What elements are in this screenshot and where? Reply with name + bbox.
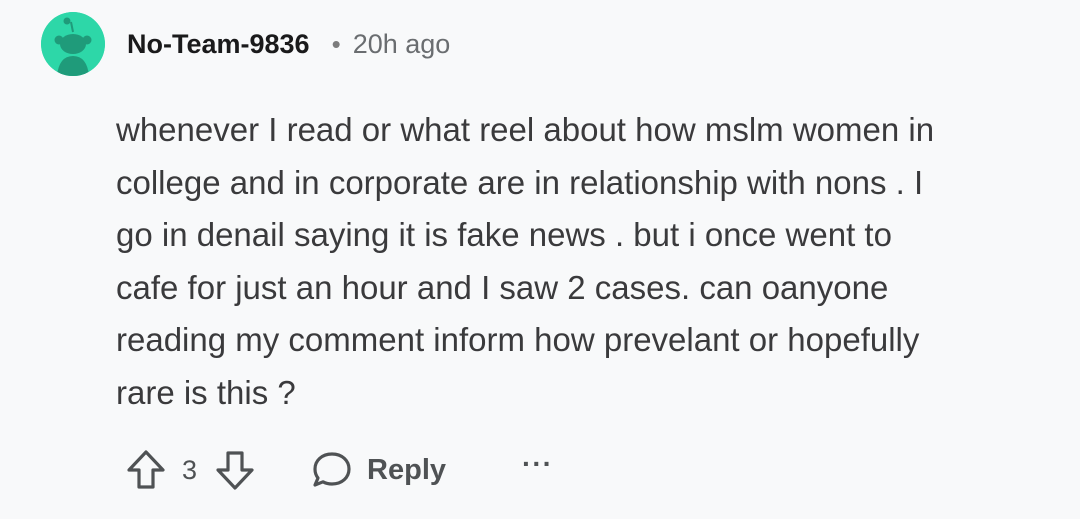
comment-header: No-Team-9836 • 20h ago — [127, 24, 450, 64]
comment-line: go in denail saying it is fake news . bu… — [116, 216, 892, 253]
comment-line: rare is this ? — [116, 373, 296, 411]
comment-body: whenever I read or what reel about how m… — [116, 104, 1056, 419]
reply-label: Reply — [367, 453, 447, 486]
comment-line: cafe for just an hour and I saw 2 cases.… — [116, 268, 889, 306]
speech-bubble-icon — [311, 450, 353, 490]
comment-line: college and in corporate are in relation… — [116, 163, 924, 201]
comment: No-Team-9836 • 20h ago whenever I read o… — [0, 0, 1080, 519]
timestamp[interactable]: 20h ago — [353, 29, 451, 60]
avatar[interactable] — [41, 12, 105, 76]
upvote-button[interactable] — [126, 449, 166, 491]
comment-line: whenever I read or what reel about how m… — [116, 111, 935, 148]
comment-line: reading my comment inform how prevelant … — [116, 321, 920, 358]
downvote-button[interactable] — [215, 449, 255, 491]
separator-dot: • — [331, 29, 341, 59]
arrow-down-icon — [216, 451, 254, 490]
username[interactable]: No-Team-9836 — [127, 29, 310, 60]
comment-actions: 3 Reply ··· — [126, 446, 553, 494]
reply-button[interactable]: Reply — [311, 450, 446, 490]
arrow-up-icon — [127, 450, 165, 489]
vote-count: 3 — [182, 454, 198, 485]
more-options-button[interactable]: ··· — [522, 448, 553, 480]
reddit-snoo-avatar-icon — [41, 12, 105, 76]
